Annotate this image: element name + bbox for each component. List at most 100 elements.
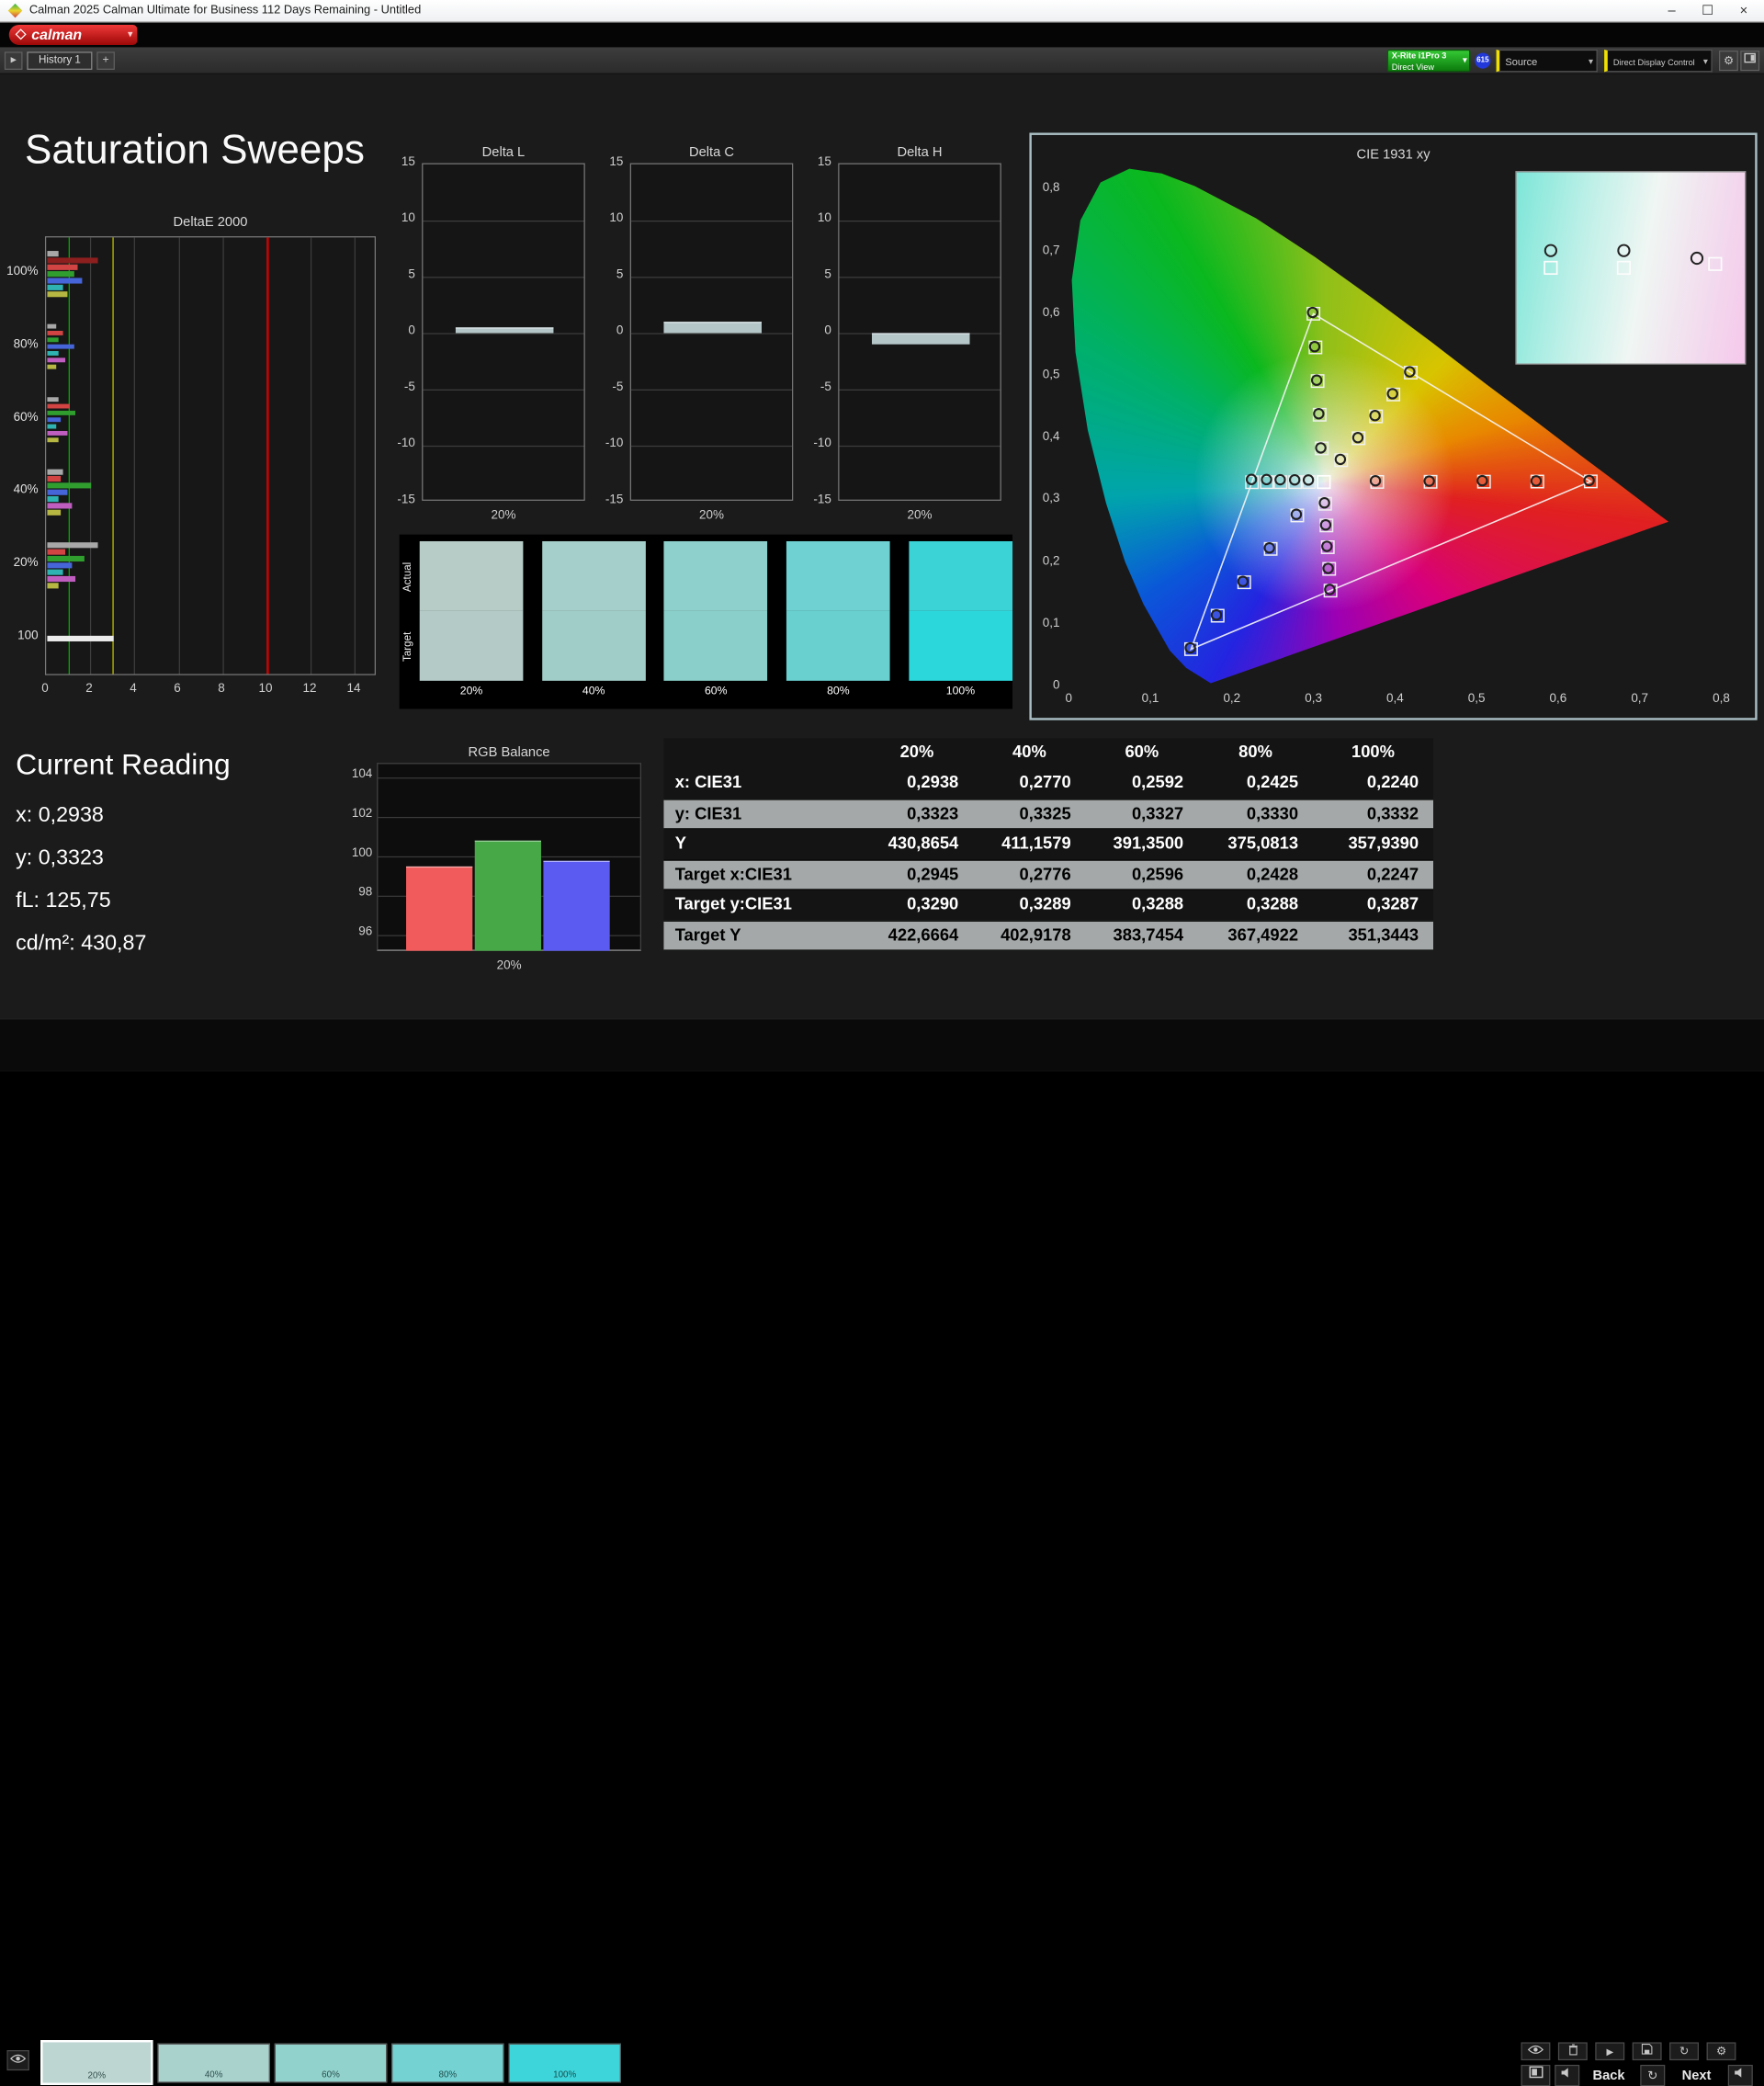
delta-e-bar: [47, 337, 59, 343]
column-header: 20%: [899, 743, 934, 762]
display-level-swatch-button[interactable]: 60%: [274, 2043, 388, 2083]
cell-value: 0,3332: [1366, 804, 1419, 824]
delta_l-y-tick-label: 10: [401, 211, 415, 225]
delta-e-bar: [47, 549, 65, 555]
cell-value: 0,3287: [1366, 894, 1419, 914]
next-button[interactable]: Next: [1669, 2065, 1724, 2086]
delta-e-bar: [47, 583, 59, 589]
preview-toggle-button[interactable]: [6, 2050, 29, 2071]
delta-e-bar: [47, 424, 57, 429]
rgb-bar-red: [406, 866, 473, 951]
measured-point-red: [1476, 474, 1488, 487]
calman-logo[interactable]: calman ▾: [8, 24, 138, 45]
bottom-settings-button[interactable]: ⚙: [1706, 2042, 1736, 2061]
swatch-column-label: 100%: [945, 685, 976, 698]
swatch-button-label: 80%: [438, 2069, 458, 2080]
display-level-swatch-button[interactable]: 100%: [508, 2043, 621, 2083]
page-title: Saturation Sweeps: [24, 126, 365, 173]
actual-swatch: [786, 540, 890, 611]
actual-row-label: Actual: [401, 561, 414, 593]
swatch-button-label: 60%: [322, 2069, 340, 2080]
meter-button[interactable]: X-Rite i1Pro 3 Direct View ▾: [1386, 49, 1471, 73]
column-header: 40%: [1012, 743, 1046, 762]
cie-x-tick-label: 0,5: [1467, 692, 1486, 706]
layout-toggle-button[interactable]: [1521, 2064, 1551, 2086]
table-header-row: 20% 40% 60% 80% 100%: [663, 738, 1434, 769]
cie-x-tick-label: 0,3: [1305, 692, 1322, 706]
play-button[interactable]: ▶: [1595, 2042, 1625, 2061]
calman-logo-icon: [15, 28, 27, 40]
source-dropdown[interactable]: Source ▾: [1496, 49, 1598, 73]
close-button[interactable]: ×: [1725, 0, 1761, 22]
delta_h-x-tick-label: 20%: [907, 508, 933, 523]
inset-target-point: [1544, 260, 1558, 276]
delta-e-group-label: 100%: [6, 264, 39, 278]
row-label: Target y:CIE31: [674, 894, 792, 914]
cell-value: 0,3288: [1246, 894, 1299, 914]
gridline: [222, 237, 224, 675]
loop-button[interactable]: ↻: [1640, 2064, 1666, 2086]
measured-point-cyan: [1288, 474, 1301, 486]
measured-point-red: [1369, 475, 1382, 487]
delta-e-group-label: 80%: [13, 337, 39, 351]
trash-icon: [1568, 2044, 1577, 2056]
row-label: x: CIE31: [674, 773, 742, 793]
gridline: [378, 816, 640, 819]
display-level-swatch-button[interactable]: 80%: [391, 2043, 504, 2083]
settings-button[interactable]: ⚙: [1719, 51, 1738, 72]
mute-button[interactable]: [1555, 2064, 1580, 2086]
cell-value: 383,7454: [1113, 925, 1184, 946]
current-reading-y: y: 0,3323: [16, 845, 104, 870]
display-control-dropdown[interactable]: Direct Display Control ▾: [1604, 49, 1713, 73]
display-level-swatch-button[interactable]: 40%: [157, 2043, 270, 2083]
gridline: [134, 237, 136, 675]
delta-e-bar: [47, 510, 61, 516]
delta_l-y-tick-label: 5: [408, 267, 415, 282]
measured-point-blue: [1184, 641, 1196, 654]
layout-icon: [1744, 52, 1756, 63]
actual-target-swatch-panel: Actual Target 20% 40% 60% 80% 100%: [399, 534, 1013, 709]
actual-swatch: [909, 540, 1012, 611]
toolbar: ▸ History 1 + X-Rite i1Pro 3 Direct View…: [0, 47, 1764, 74]
display-control-icon: ▾: [1702, 56, 1708, 67]
delta_c-chart: [629, 163, 794, 501]
actual-swatch: [419, 540, 524, 611]
reference-line: [266, 237, 269, 675]
save-button[interactable]: [1632, 2042, 1662, 2061]
maximize-button[interactable]: ☐: [1690, 0, 1725, 22]
gridline: [178, 237, 180, 675]
history-tab[interactable]: History 1: [27, 51, 93, 70]
logo-dropdown-icon: ▾: [127, 28, 133, 40]
measured-point-green: [1306, 306, 1318, 319]
inset-measured-point: [1544, 244, 1558, 257]
cell-value: 0,2596: [1131, 865, 1184, 885]
display-level-swatch-button[interactable]: 20%: [40, 2040, 153, 2085]
swatch-button-label: 40%: [204, 2069, 223, 2080]
measured-point-green: [1315, 442, 1327, 454]
back-button[interactable]: Back: [1582, 2065, 1636, 2086]
swatch-column-label: 20%: [459, 685, 483, 698]
target-swatch: [541, 610, 646, 681]
cie-x-tick-label: 0,4: [1385, 692, 1404, 706]
delta-e-2000-chart: [44, 236, 376, 675]
delta-e-bar: [47, 271, 74, 277]
volume-button[interactable]: [1727, 2064, 1753, 2086]
delta-e-bar: [47, 503, 72, 509]
cell-value: 402,9178: [1001, 925, 1071, 946]
delta-e-bar: [47, 291, 68, 297]
add-history-button[interactable]: +: [96, 51, 115, 70]
delta-e-bar: [47, 278, 83, 283]
workspace-layout-button[interactable]: [1740, 51, 1760, 72]
measured-point-blue: [1263, 542, 1275, 554]
delta-e-x-tick-label: 2: [85, 682, 93, 696]
read-continuous-button[interactable]: [1521, 2042, 1551, 2061]
delta_l-y-tick-label: 15: [401, 154, 415, 169]
swatch-button-label: 20%: [87, 2070, 107, 2081]
history-collapse-button[interactable]: ▸: [4, 51, 23, 70]
inset-target-point: [1616, 260, 1632, 276]
minimize-button[interactable]: –: [1654, 0, 1690, 22]
repeat-button[interactable]: ↻: [1669, 2042, 1699, 2061]
delta-e-bar: [47, 264, 79, 270]
delete-measurement-button[interactable]: [1557, 2042, 1588, 2061]
delta-e-bar: [47, 430, 68, 436]
